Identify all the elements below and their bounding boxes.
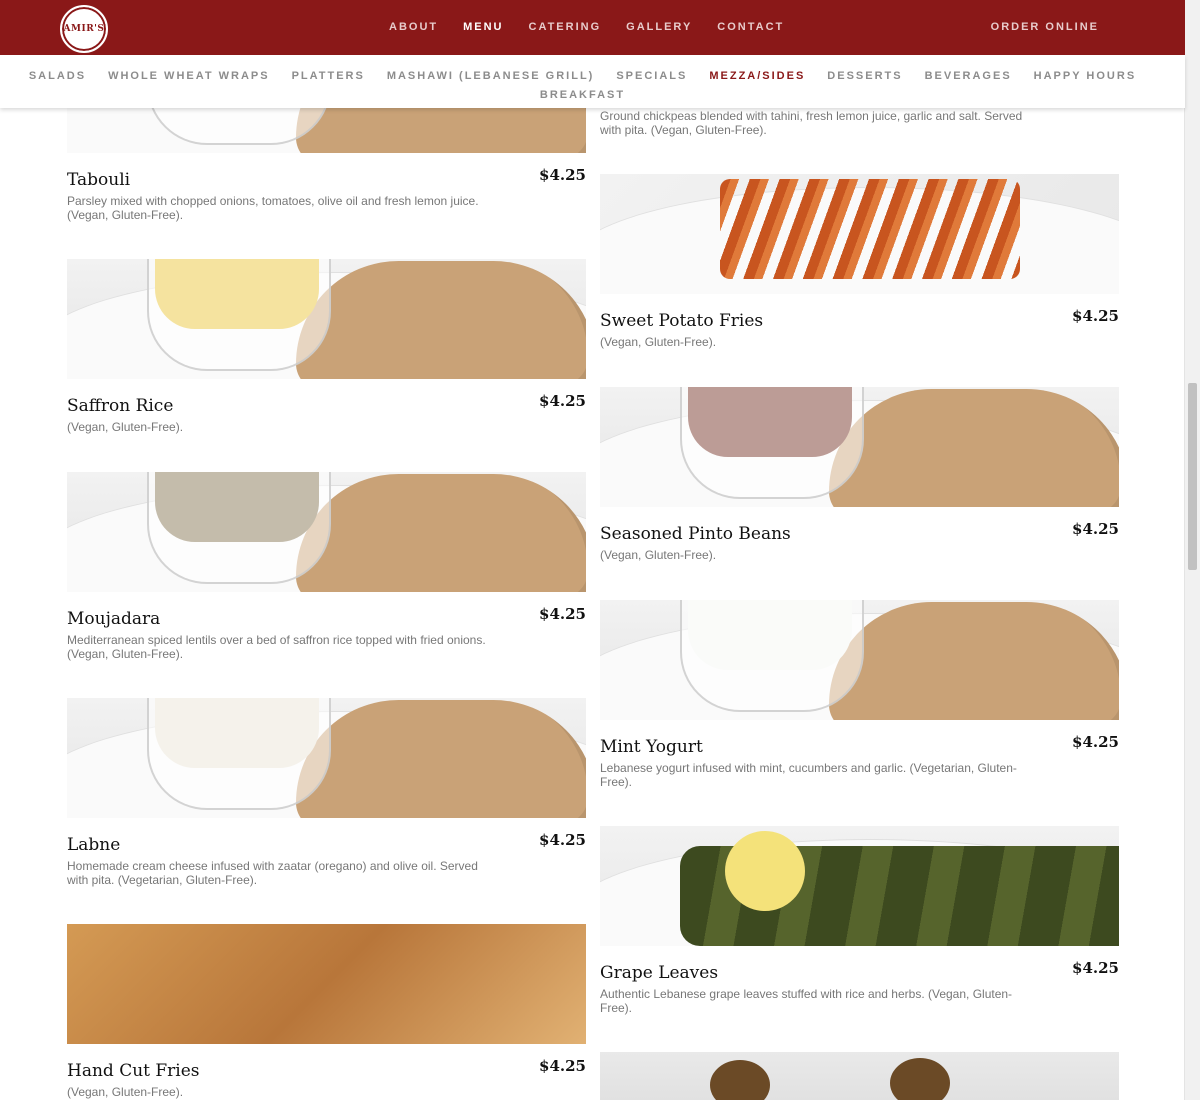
item-price: $4.25 — [1072, 959, 1119, 977]
item-description: (Vegan, Gluten-Free). — [600, 548, 717, 562]
category-happy-hours[interactable]: HAPPY HOURS — [1034, 67, 1136, 86]
page-scrollbar[interactable] — [1184, 0, 1200, 1100]
item-description: (Vegan, Gluten-Free). — [67, 1085, 184, 1099]
category-beverages[interactable]: BEVERAGES — [925, 67, 1012, 86]
category-breakfast[interactable]: BREAKFAST — [540, 86, 625, 105]
order-online-link[interactable]: ORDER ONLINE — [991, 21, 1099, 33]
item-price: $4.25 — [1072, 733, 1119, 751]
item-description: Authentic Lebanese grape leaves stuffed … — [600, 987, 1013, 1015]
category-salads[interactable]: SALADS — [29, 67, 86, 86]
item-name: Sweet Potato Fries — [600, 311, 764, 331]
menu-item-labne: Labne $4.25 Homemade cream cheese infuse… — [67, 698, 586, 898]
menu-item-sweet-potato-fries: Sweet Potato Fries $4.25 (Vegan, Gluten-… — [600, 174, 1119, 364]
nav-catering[interactable]: CATERING — [529, 21, 602, 33]
item-name: Seasoned Pinto Beans — [600, 524, 791, 544]
saffron-rice-photo — [67, 259, 586, 379]
scrollbar-thumb[interactable] — [1188, 383, 1197, 570]
category-mezza-sides[interactable]: MEZZA/SIDES — [709, 67, 805, 86]
menu-item-moujadara: Moujadara $4.25 Mediterranean spiced len… — [67, 472, 586, 672]
menu-category-nav: SALADS WHOLE WHEAT WRAPS PLATTERS MASHAW… — [0, 55, 1185, 108]
item-name: Grape Leaves — [600, 963, 719, 983]
item-name: Saffron Rice — [67, 396, 174, 416]
menu-item-grape-leaves: Grape Leaves $4.25 Authentic Lebanese gr… — [600, 826, 1119, 1026]
top-navigation-bar: AMIR'S ABOUT MENU CATERING GALLERY CONTA… — [0, 0, 1185, 55]
item-price: $4.25 — [539, 605, 586, 623]
falafel-photo — [600, 1052, 1119, 1100]
menu-item-saffron-rice: Saffron Rice $4.25 (Vegan, Gluten-Free). — [67, 259, 586, 449]
main-nav: ABOUT MENU CATERING GALLERY CONTACT — [389, 21, 809, 33]
nav-contact[interactable]: CONTACT — [717, 21, 784, 33]
nav-gallery[interactable]: GALLERY — [626, 21, 692, 33]
restaurant-logo-icon[interactable]: AMIR'S — [60, 5, 108, 53]
hand-cut-fries-photo — [67, 924, 586, 1044]
item-description: Lebanese yogurt infused with mint, cucum… — [600, 761, 1017, 789]
item-name: Tabouli — [67, 170, 131, 190]
item-name: Hand Cut Fries — [67, 1061, 200, 1081]
grape-leaves-photo — [600, 826, 1119, 946]
item-name: Moujadara — [67, 609, 161, 629]
moujadara-photo — [67, 472, 586, 592]
menu-item-hand-cut-fries: Hand Cut Fries $4.25 (Vegan, Gluten-Free… — [67, 924, 586, 1100]
item-name: Labne — [67, 835, 121, 855]
item-description: Homemade cream cheese infused with zaata… — [67, 859, 478, 887]
item-description: (Vegan, Gluten-Free). — [67, 420, 184, 434]
item-price: $4.25 — [539, 831, 586, 849]
category-specials[interactable]: SPECIALS — [616, 67, 687, 86]
item-price: $4.25 — [1072, 307, 1119, 325]
item-description: Mediterranean spiced lentils over a bed … — [67, 633, 486, 661]
labne-photo — [67, 698, 586, 818]
item-name: Mint Yogurt — [600, 737, 703, 757]
item-price: $4.25 — [539, 392, 586, 410]
category-whole-wheat-wraps[interactable]: WHOLE WHEAT WRAPS — [108, 67, 270, 86]
item-description: Parsley mixed with chopped onions, tomat… — [67, 194, 479, 222]
menu-item-seasoned-pinto-beans: Seasoned Pinto Beans $4.25 (Vegan, Glute… — [600, 387, 1119, 587]
mint-yogurt-photo — [600, 600, 1119, 720]
item-price: $4.25 — [539, 1057, 586, 1075]
item-price: $4.25 — [539, 166, 586, 184]
category-platters[interactable]: PLATTERS — [292, 67, 365, 86]
menu-item-next-partial — [600, 1052, 1119, 1100]
nav-about[interactable]: ABOUT — [389, 21, 438, 33]
item-description: (Vegan, Gluten-Free). — [600, 335, 717, 349]
seasoned-pinto-beans-photo — [600, 387, 1119, 507]
menu-item-mint-yogurt: Mint Yogurt $4.25 Lebanese yogurt infuse… — [600, 600, 1119, 800]
item-description: Ground chickpeas blended with tahini, fr… — [600, 109, 1023, 137]
nav-menu[interactable]: MENU — [463, 21, 503, 33]
item-price: $4.25 — [1072, 520, 1119, 538]
category-desserts[interactable]: DESSERTS — [827, 67, 902, 86]
logo-text: AMIR'S — [63, 24, 105, 34]
category-mashawi[interactable]: MASHAWI (LEBANESE GRILL) — [387, 67, 595, 86]
sweet-potato-fries-photo — [600, 174, 1119, 294]
